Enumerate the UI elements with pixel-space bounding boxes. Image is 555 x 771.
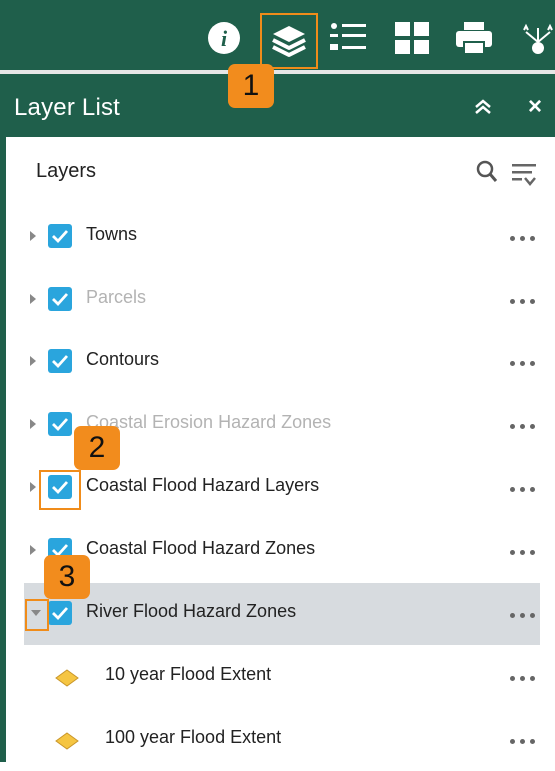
- layer-label: Parcels: [86, 287, 147, 307]
- print-icon[interactable]: [454, 18, 494, 58]
- layer-row[interactable]: Contours: [24, 331, 540, 393]
- more-options-icon[interactable]: [510, 739, 536, 747]
- layer-visibility-checkbox[interactable]: [48, 412, 72, 436]
- layer-row[interactable]: Coastal Flood Hazard Zones: [24, 520, 540, 582]
- panel-left-border: [0, 137, 6, 762]
- callout-badge-3: 3: [44, 555, 90, 599]
- close-icon[interactable]: ×: [522, 93, 548, 120]
- layer-row-selected[interactable]: River Flood Hazard Zones: [24, 583, 540, 645]
- expand-arrow-icon[interactable]: [30, 231, 36, 241]
- chevron-double-up-icon[interactable]: [470, 94, 496, 120]
- layer-visibility-checkbox[interactable]: [48, 349, 72, 373]
- expand-arrow-icon[interactable]: [30, 356, 36, 366]
- diamond-swatch-icon: [54, 665, 80, 691]
- expand-arrow-icon[interactable]: [30, 482, 36, 492]
- expand-arrow-icon[interactable]: [30, 294, 36, 304]
- layer-row[interactable]: Towns: [24, 206, 540, 268]
- more-options-icon[interactable]: [510, 613, 536, 621]
- more-options-icon[interactable]: [510, 424, 536, 432]
- layer-label: Coastal Flood Hazard Zones: [86, 538, 316, 558]
- layer-label: River Flood Hazard Zones: [86, 601, 297, 621]
- layer-visibility-checkbox[interactable]: [48, 287, 72, 311]
- more-options-icon[interactable]: [510, 236, 536, 244]
- panel-header: Layer List ×: [0, 74, 555, 137]
- layer-row[interactable]: Parcels: [24, 269, 540, 331]
- layer-label: Coastal Flood Hazard Layers: [86, 475, 320, 495]
- checkbox-highlight: [39, 470, 81, 510]
- more-options-icon[interactable]: [510, 299, 536, 307]
- more-options-icon[interactable]: [510, 550, 536, 558]
- sublayer-label: 100 year Flood Extent: [105, 727, 282, 747]
- sublayer-row[interactable]: 10 year Flood Extent: [24, 646, 540, 708]
- sublayer-label: 10 year Flood Extent: [105, 664, 272, 684]
- diamond-swatch-icon: [54, 728, 80, 754]
- layers-icon[interactable]: [260, 13, 318, 69]
- callout-badge-1: 1: [228, 64, 274, 108]
- callout-badge-2: 2: [74, 426, 120, 470]
- more-options-icon[interactable]: [510, 361, 536, 369]
- expand-arrow-icon[interactable]: [30, 419, 36, 429]
- panel-title: Layer List: [14, 94, 121, 121]
- more-options-icon[interactable]: [510, 487, 536, 495]
- filter-list-icon[interactable]: [510, 160, 540, 188]
- widget-toolbar: i: [0, 0, 555, 70]
- share-icon[interactable]: [518, 18, 555, 58]
- info-icon[interactable]: i: [204, 18, 244, 58]
- layers-heading: Layers: [36, 160, 97, 182]
- expand-arrow-icon[interactable]: [30, 545, 36, 555]
- layer-visibility-checkbox[interactable]: [48, 601, 72, 625]
- layer-visibility-checkbox[interactable]: [48, 224, 72, 248]
- legend-icon[interactable]: [328, 18, 368, 58]
- layer-label: Towns: [86, 224, 138, 244]
- layer-label: Coastal Erosion Hazard Zones: [86, 412, 332, 432]
- more-options-icon[interactable]: [510, 676, 536, 684]
- search-icon[interactable]: [476, 160, 498, 184]
- layer-label: Contours: [86, 349, 160, 369]
- basemap-gallery-icon[interactable]: [392, 18, 432, 58]
- svg-text:i: i: [221, 26, 228, 51]
- expander-highlight: [25, 599, 49, 631]
